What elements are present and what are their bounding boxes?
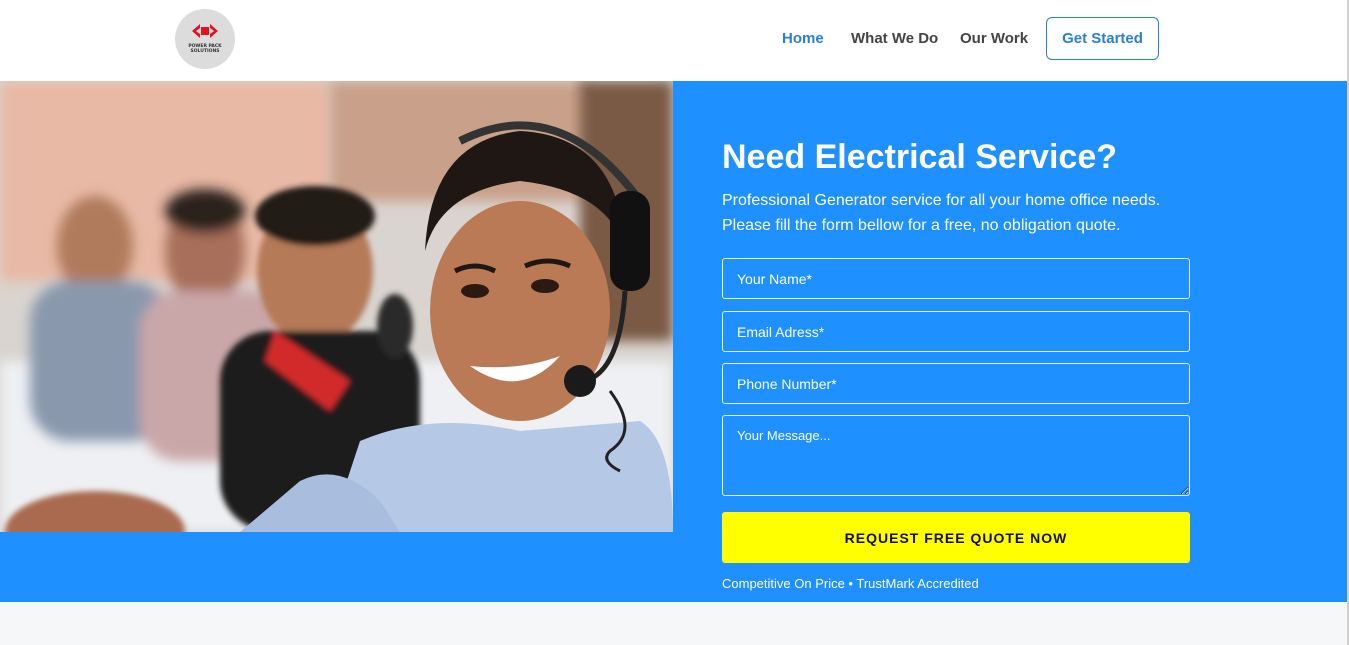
nav-what-we-do[interactable]: What We Do xyxy=(851,30,938,47)
nav-home[interactable]: Home xyxy=(782,30,824,47)
logo-mark-icon xyxy=(192,24,218,38)
site-header: POWER PACK SOLUTIONS Home What We Do Our… xyxy=(0,0,1349,81)
hero-subtext-line-2: Please fill the form bellow for a free, … xyxy=(722,217,1121,234)
hero-subtext: Professional Generator service for all y… xyxy=(722,188,1192,238)
hero-section: Need Electrical Service? Professional Ge… xyxy=(0,81,1347,602)
request-quote-button[interactable]: REQUEST FREE QUOTE NOW xyxy=(722,512,1190,563)
hero-photo xyxy=(0,81,673,532)
hero-headline: Need Electrical Service? xyxy=(722,138,1118,176)
hero-subtext-line-1: Professional Generator service for all y… xyxy=(722,192,1161,209)
phone-input[interactable] xyxy=(722,363,1190,404)
trust-note: Competitive On Price • TrustMark Accredi… xyxy=(722,576,979,591)
site-logo[interactable]: POWER PACK SOLUTIONS xyxy=(175,9,235,69)
email-input[interactable] xyxy=(722,311,1190,352)
logo-text: POWER PACK SOLUTIONS xyxy=(188,44,222,54)
nav-our-work[interactable]: Our Work xyxy=(960,30,1028,47)
get-started-button[interactable]: Get Started xyxy=(1046,17,1159,60)
name-input[interactable] xyxy=(722,258,1190,299)
message-textarea[interactable] xyxy=(722,415,1190,496)
